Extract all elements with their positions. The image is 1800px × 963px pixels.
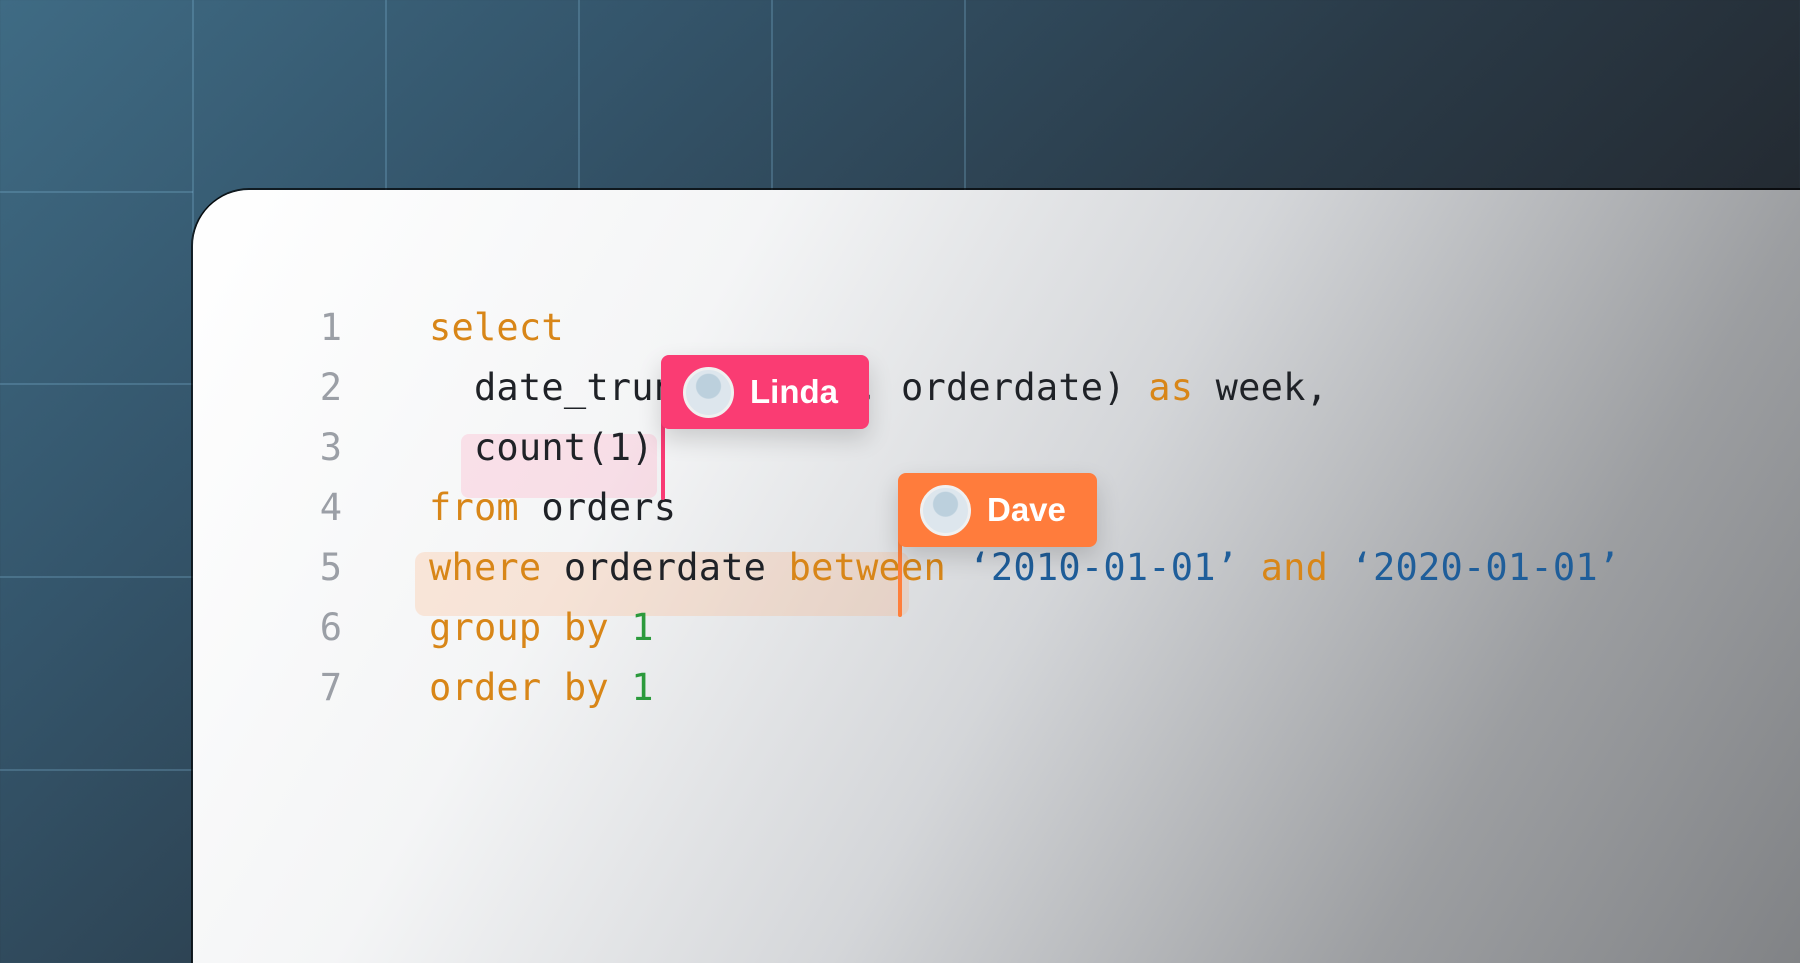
code-token: orders bbox=[518, 486, 677, 529]
line-number: 6 bbox=[319, 606, 343, 649]
avatar-icon bbox=[920, 484, 971, 536]
code-token: select bbox=[429, 306, 564, 349]
code-lines: 1 select 2 date_trunc('week', orderdate) a… bbox=[193, 190, 1800, 963]
line-number: 2 bbox=[319, 366, 343, 409]
code-token: and bbox=[1260, 546, 1329, 589]
code-editor[interactable]: 1 select 2 date_trunc('week', orderdate) a… bbox=[193, 190, 1800, 963]
code-token: 1 bbox=[608, 666, 654, 709]
line-number: 5 bbox=[319, 546, 343, 589]
code-token: week, bbox=[1193, 366, 1329, 409]
code-token: order by bbox=[429, 666, 609, 709]
code-text: count(1) bbox=[429, 418, 654, 478]
collaborator-name-dave: Dave bbox=[987, 491, 1066, 528]
code-text: select bbox=[429, 298, 564, 358]
code-token: orderdate bbox=[541, 546, 789, 589]
code-token: count(1) bbox=[429, 426, 654, 469]
line-number: 1 bbox=[319, 306, 343, 349]
collaborator-name-linda: Linda bbox=[750, 373, 838, 410]
code-token: between bbox=[788, 546, 946, 589]
avatar-icon bbox=[683, 366, 734, 418]
code-token: from bbox=[429, 486, 519, 529]
code-text: group by 1 bbox=[429, 598, 654, 658]
code-token: ‘2010-01-01’ bbox=[945, 546, 1261, 589]
code-text: order by 1 bbox=[429, 658, 654, 718]
code-text: from orders bbox=[429, 478, 676, 538]
code-token: 1 bbox=[608, 606, 654, 649]
code-token: group by bbox=[429, 606, 609, 649]
collaborator-tag-dave: Dave bbox=[898, 473, 1097, 547]
code-text: where orderdate between ‘2010-01-01’ and… bbox=[429, 538, 1620, 598]
code-token: orderdate) bbox=[901, 366, 1149, 409]
code-token: ‘2020-01-01’ bbox=[1328, 546, 1621, 589]
code-text: date_trunc('week', orderdate) as week, bbox=[429, 358, 1328, 418]
line-number: 3 bbox=[319, 426, 343, 469]
code-token: as bbox=[1148, 366, 1194, 409]
line-number: 4 bbox=[319, 486, 343, 529]
line-number: 7 bbox=[319, 666, 343, 709]
collaborator-tag-linda: Linda bbox=[661, 355, 869, 429]
code-token: where bbox=[429, 546, 542, 589]
